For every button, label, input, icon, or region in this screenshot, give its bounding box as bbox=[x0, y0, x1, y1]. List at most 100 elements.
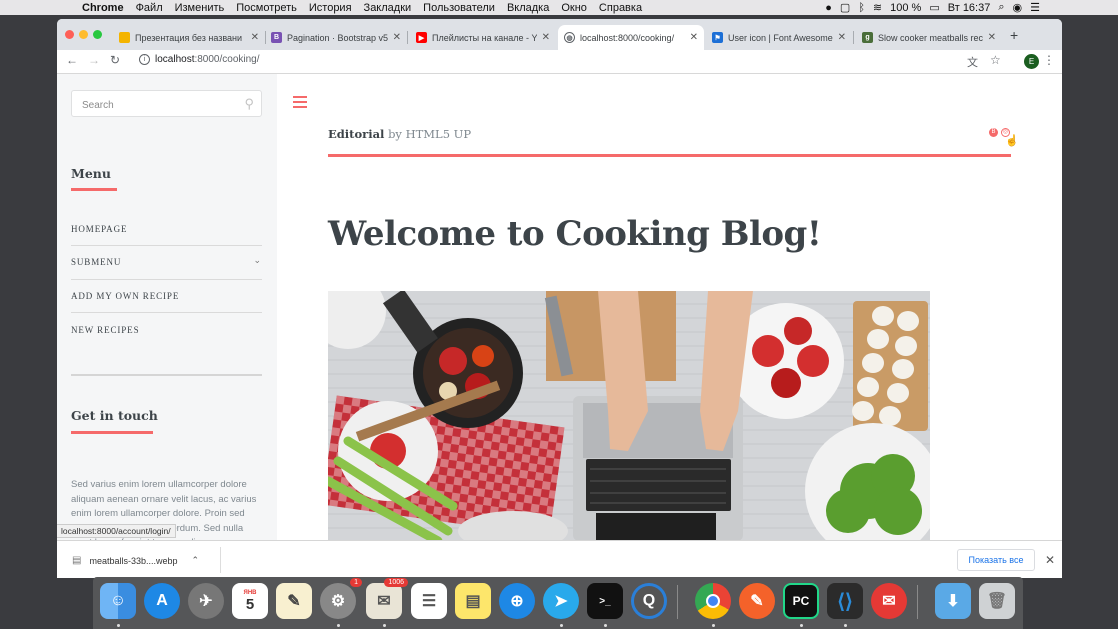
record-icon[interactable]: ● bbox=[825, 2, 832, 14]
postman-icon[interactable]: ✎ bbox=[739, 583, 775, 619]
reload-icon[interactable]: ↻ bbox=[110, 53, 120, 67]
status-bar-url: localhost:8000/account/login/ bbox=[57, 524, 176, 538]
terminal-icon[interactable]: >_ bbox=[587, 583, 623, 619]
menubar-item-bookmarks[interactable]: Закладки bbox=[364, 2, 412, 14]
app-store-icon[interactable]: A bbox=[144, 583, 180, 619]
chevron-down-icon[interactable]: ⌄ bbox=[254, 255, 262, 266]
running-indicator bbox=[117, 624, 120, 627]
siri-icon[interactable]: ◉ bbox=[1013, 1, 1023, 14]
zoom-window-button[interactable] bbox=[93, 30, 102, 39]
tab-title: Slow cooker meatballs rec bbox=[878, 32, 983, 43]
youtube-icon: ▶ bbox=[416, 32, 427, 43]
close-tab-icon[interactable]: ✕ bbox=[690, 32, 698, 43]
file-icon: ▤ bbox=[72, 555, 82, 566]
menubar-app-name[interactable]: Chrome bbox=[82, 2, 124, 14]
menubar-item-edit[interactable]: Изменить bbox=[175, 2, 225, 14]
system-preferences-icon[interactable]: ⚙ 1 bbox=[320, 578, 362, 619]
tab-presentation[interactable]: Презентация без названи ✕ bbox=[113, 25, 265, 50]
more-menu-icon[interactable]: ⋮ bbox=[1043, 53, 1055, 67]
close-tab-icon[interactable]: ✕ bbox=[988, 32, 996, 43]
close-window-button[interactable] bbox=[65, 30, 74, 39]
close-downloads-icon[interactable]: ✕ bbox=[1045, 553, 1055, 567]
bookmark-star-icon[interactable]: ☆ bbox=[990, 53, 1001, 67]
calendar-icon[interactable]: ЯНВ 5 bbox=[232, 583, 268, 619]
trash-icon[interactable]: 🗑 bbox=[979, 583, 1015, 619]
airmail-icon[interactable]: ✉ bbox=[871, 583, 907, 619]
forward-icon[interactable]: → bbox=[88, 53, 100, 67]
site-info-icon[interactable]: i bbox=[139, 54, 150, 65]
menubar-item-users[interactable]: Пользователи bbox=[423, 2, 495, 14]
close-tab-icon[interactable]: ✕ bbox=[251, 32, 259, 43]
bluetooth-icon[interactable]: ᛒ bbox=[858, 2, 865, 14]
tab-localhost[interactable]: ◍ localhost:8000/cooking/ ✕ bbox=[558, 25, 704, 50]
download-item[interactable]: ▤ meatballs-33b....webp ⌃ bbox=[72, 555, 199, 566]
sidebar-item-add-recipe[interactable]: ADD MY OWN RECIPE bbox=[71, 291, 262, 301]
notes-pen-icon[interactable]: ✎ bbox=[276, 583, 312, 619]
sidebar-item-submenu[interactable]: SUBMENU ⌄ bbox=[71, 255, 262, 267]
tab-title: User icon | Font Awesome bbox=[728, 32, 833, 43]
slides-icon bbox=[119, 32, 130, 43]
site-brand[interactable]: Editorial by HTML5 UP bbox=[328, 127, 471, 141]
downloads-bar: ▤ meatballs-33b....webp ⌃ Показать все ✕ bbox=[57, 540, 1062, 578]
chrome-icon[interactable] bbox=[695, 583, 731, 619]
reminders-icon[interactable]: ☰ bbox=[411, 583, 447, 619]
close-tab-icon[interactable]: ✕ bbox=[838, 32, 846, 43]
address-bar[interactable]: localhost:8000/cooking/ bbox=[155, 54, 260, 65]
new-tab-icon[interactable]: + bbox=[1010, 27, 1018, 43]
show-all-downloads-button[interactable]: Показать все bbox=[957, 549, 1035, 571]
battery-icon[interactable]: ▭ bbox=[929, 1, 939, 14]
tab-title: Презентация без названи bbox=[135, 32, 243, 43]
running-indicator bbox=[604, 624, 607, 627]
safari-icon[interactable]: ⊕ bbox=[499, 583, 535, 619]
telegram-icon[interactable]: ➤ bbox=[543, 583, 579, 619]
menubar-item-tab[interactable]: Вкладка bbox=[507, 2, 549, 14]
chevron-up-icon[interactable]: ⌃ bbox=[192, 555, 200, 566]
sidebar-item-new-recipes[interactable]: NEW RECIPES bbox=[71, 325, 262, 335]
fontawesome-icon: ⚑ bbox=[712, 32, 723, 43]
menubar-item-view[interactable]: Посмотреть bbox=[236, 2, 297, 14]
minimize-window-button[interactable] bbox=[79, 30, 88, 39]
notes-icon[interactable]: ▤ bbox=[455, 583, 491, 619]
vscode-icon[interactable]: ⟨⟩ bbox=[827, 583, 863, 619]
back-icon[interactable]: ← bbox=[66, 53, 78, 67]
sidebar-item-homepage[interactable]: HOMEPAGE bbox=[71, 224, 262, 234]
menubar-item-window[interactable]: Окно bbox=[561, 2, 587, 14]
finder-icon[interactable]: ☺ bbox=[100, 583, 136, 619]
macos-menubar: Chrome Файл Изменить Посмотреть История … bbox=[0, 0, 1118, 15]
menubar-item-history[interactable]: История bbox=[309, 2, 352, 14]
menubar-item-file[interactable]: Файл bbox=[136, 2, 163, 14]
downloads-folder-icon[interactable]: ⬇ bbox=[935, 583, 971, 619]
sidebar: Search ⚲ Menu HOMEPAGE SUBMENU ⌄ ADD MY … bbox=[57, 74, 277, 540]
hamburger-menu-icon[interactable] bbox=[293, 96, 307, 108]
tab-meatballs[interactable]: g Slow cooker meatballs rec ✕ bbox=[856, 25, 1002, 50]
bootstrap-icon: B bbox=[271, 32, 282, 43]
wifi-icon[interactable]: ≋ bbox=[873, 1, 882, 14]
notification-center-icon[interactable]: ☰ bbox=[1030, 1, 1040, 14]
divider bbox=[220, 547, 221, 573]
download-filename: meatballs-33b....webp bbox=[89, 555, 178, 566]
close-tab-icon[interactable]: ✕ bbox=[542, 32, 550, 43]
globe-icon: ◍ bbox=[564, 32, 575, 43]
page-viewport: Search ⚲ Menu HOMEPAGE SUBMENU ⌄ ADD MY … bbox=[57, 74, 1062, 540]
translate-icon[interactable]: 文 bbox=[967, 54, 978, 70]
tab-fontawesome[interactable]: ⚑ User icon | Font Awesome ✕ bbox=[706, 25, 852, 50]
running-indicator bbox=[337, 624, 340, 627]
social-b-icon[interactable]: B bbox=[989, 128, 998, 137]
display-icon[interactable]: ▢ bbox=[840, 1, 850, 14]
search-placeholder: Search bbox=[82, 100, 114, 111]
search-icon[interactable]: ⚲ bbox=[244, 96, 254, 112]
tab-bootstrap[interactable]: B Pagination · Bootstrap v5. ✕ bbox=[265, 25, 407, 50]
clock[interactable]: Вт 16:37 bbox=[948, 2, 991, 14]
pycharm-icon[interactable]: PC bbox=[783, 583, 819, 619]
running-indicator bbox=[560, 624, 563, 627]
brand-byline: by HTML5 UP bbox=[388, 127, 472, 141]
menubar-item-help[interactable]: Справка bbox=[599, 2, 642, 14]
search-input[interactable]: Search ⚲ bbox=[71, 90, 262, 117]
profile-avatar[interactable]: E bbox=[1024, 54, 1039, 69]
launchpad-icon[interactable]: ✈ bbox=[188, 583, 224, 619]
tab-youtube[interactable]: ▶ Плейлисты на канале - Y ✕ bbox=[410, 25, 556, 50]
spotlight-icon[interactable]: ⌕ bbox=[998, 1, 1004, 14]
quicktime-icon[interactable]: Q bbox=[631, 583, 667, 619]
close-tab-icon[interactable]: ✕ bbox=[393, 32, 401, 43]
mail-stamp-icon[interactable]: ✉ 1006 bbox=[366, 578, 408, 619]
